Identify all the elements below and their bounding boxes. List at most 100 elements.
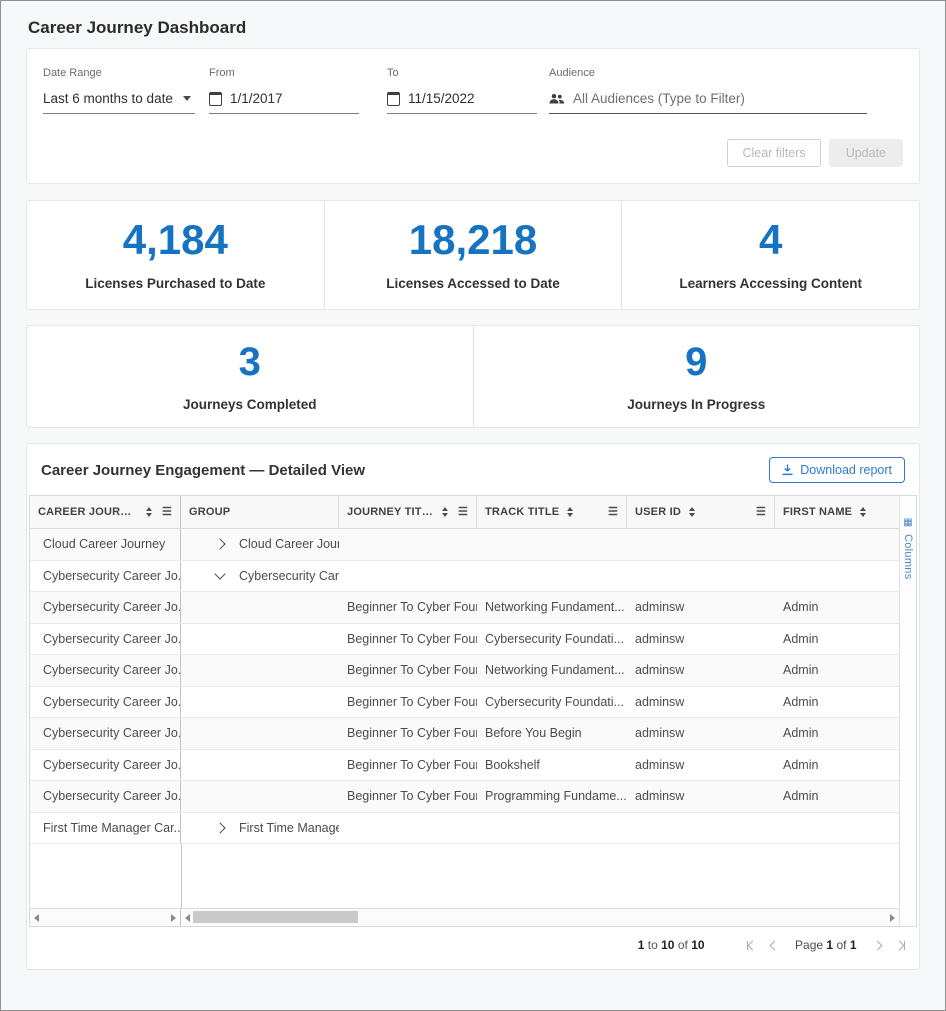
table-row[interactable]: Cloud Career Journey Cloud Career Journ.… — [30, 529, 899, 561]
next-page-button[interactable] — [874, 938, 881, 952]
cell-group: Cloud Career Journ... — [181, 529, 339, 560]
cell-group — [181, 718, 339, 749]
page-word: Page — [795, 938, 823, 952]
group-label: Cloud Career Journ... — [239, 537, 339, 551]
table-row[interactable]: Cybersecurity Career Jo... Beginner To C… — [30, 781, 899, 813]
sort-icon[interactable] — [860, 507, 866, 517]
table-row[interactable]: Cybersecurity Career Jo... Beginner To C… — [30, 718, 899, 750]
table-row[interactable]: Cybersecurity Career Jo... Beginner To C… — [30, 655, 899, 687]
cell-track-title: Networking Fundament... — [477, 655, 627, 686]
table-row[interactable]: Cybersecurity Career Jo... Cybersecurity… — [30, 561, 899, 593]
last-page-button[interactable] — [896, 941, 906, 950]
chevron-down-icon[interactable] — [214, 569, 225, 580]
first-page-button[interactable] — [747, 941, 757, 950]
column-header-journey-title[interactable]: JOURNEY TITLE ☰ — [339, 496, 477, 528]
pinned-column-filler — [30, 844, 182, 908]
cell-track-title — [477, 561, 627, 592]
to-label: To — [387, 67, 537, 79]
chevron-right-icon[interactable] — [214, 539, 225, 550]
table-row[interactable]: Cybersecurity Career Jo... Beginner To C… — [30, 750, 899, 782]
to-date-field: To 11/15/2022 — [387, 67, 537, 114]
scroll-left-icon[interactable] — [34, 914, 39, 922]
column-header-track-title[interactable]: TRACK TITLE ☰ — [477, 496, 627, 528]
table-row[interactable]: Cybersecurity Career Jo... Beginner To C… — [30, 592, 899, 624]
cell-track-title — [477, 813, 627, 844]
cell-first-name: Admin — [775, 687, 899, 718]
cell-user-id: adminsw — [627, 750, 775, 781]
cell-user-id: adminsw — [627, 624, 775, 655]
cell-group — [181, 750, 339, 781]
sort-icon[interactable] — [567, 507, 573, 517]
cell-first-name: Admin — [775, 718, 899, 749]
stat-learners-accessing: 4 Learners Accessing Content — [621, 201, 919, 309]
group-label: Cybersecurity Care... — [239, 569, 339, 583]
cell-first-name — [775, 813, 899, 844]
from-date-input[interactable]: 1/1/2017 — [209, 91, 359, 114]
cell-journey-title: Beginner To Cyber Foun... — [339, 718, 477, 749]
cell-track-title: Cybersecurity Foundati... — [477, 624, 627, 655]
stat-journeys-completed: 3 Journeys Completed — [27, 326, 473, 427]
cell-first-name: Admin — [775, 592, 899, 623]
cell-journey-title: Beginner To Cyber Foun... — [339, 624, 477, 655]
sort-icon[interactable] — [146, 507, 152, 517]
table-row[interactable]: Cybersecurity Career Jo... Beginner To C… — [30, 624, 899, 656]
cell-track-title: Before You Begin — [477, 718, 627, 749]
chevron-right-icon[interactable] — [214, 822, 225, 833]
stat-value: 4,184 — [123, 219, 228, 261]
table-row[interactable]: Cybersecurity Career Jo... Beginner To C… — [30, 687, 899, 719]
menu-icon[interactable]: ☰ — [458, 507, 468, 518]
cell-track-title: Cybersecurity Foundati... — [477, 687, 627, 718]
cell-first-name: Admin — [775, 655, 899, 686]
cell-first-name: Admin — [775, 624, 899, 655]
column-header-first-name[interactable]: FIRST NAME — [775, 496, 899, 528]
from-label: From — [209, 67, 359, 79]
column-header-user-id[interactable]: USER ID ☰ — [627, 496, 775, 528]
columns-grid-icon: ▦ — [903, 518, 912, 528]
range-to-word: to — [648, 938, 658, 952]
main-horizontal-scrollbar[interactable] — [181, 909, 899, 926]
stat-value: 9 — [685, 342, 707, 382]
update-button[interactable]: Update — [829, 139, 903, 167]
date-range-field: Date Range Last 6 months to date — [43, 67, 195, 114]
calendar-icon[interactable] — [387, 92, 400, 106]
prev-page-button[interactable] — [771, 938, 778, 952]
cell-career-journey: Cybersecurity Career Jo... — [30, 718, 181, 749]
total-pages: 1 — [850, 938, 857, 952]
cell-journey-title — [339, 813, 477, 844]
menu-icon[interactable]: ☰ — [756, 507, 766, 518]
dashboard-page: Career Journey Dashboard Date Range Last… — [1, 18, 945, 970]
cell-career-journey: Cybersecurity Career Jo... — [30, 624, 181, 655]
column-header-career-journey-title[interactable]: CAREER JOURNEY T... ☰ — [30, 496, 181, 528]
to-date-input[interactable]: 11/15/2022 — [387, 91, 537, 114]
download-report-button[interactable]: Download report — [769, 457, 905, 483]
cell-user-id: adminsw — [627, 781, 775, 812]
sort-icon[interactable] — [689, 507, 695, 517]
stat-value: 4 — [759, 219, 782, 261]
scrollbar-thumb[interactable] — [193, 911, 358, 923]
scroll-left-icon[interactable] — [185, 914, 190, 922]
sort-icon[interactable] — [442, 507, 448, 517]
menu-icon[interactable]: ☰ — [608, 507, 618, 518]
date-range-select[interactable]: Last 6 months to date — [43, 91, 195, 114]
cell-user-id: adminsw — [627, 718, 775, 749]
scroll-right-icon[interactable] — [890, 914, 895, 922]
cell-user-id: adminsw — [627, 592, 775, 623]
columns-tool-panel-tab[interactable]: ▦ Columns — [902, 518, 914, 580]
cell-career-journey: Cloud Career Journey — [30, 529, 181, 560]
table-row[interactable]: First Time Manager Car... First Time Man… — [30, 813, 899, 845]
cell-user-id: adminsw — [627, 687, 775, 718]
cell-user-id — [627, 813, 775, 844]
menu-icon[interactable]: ☰ — [162, 507, 172, 518]
calendar-icon[interactable] — [209, 92, 222, 106]
stat-value: 18,218 — [409, 219, 537, 261]
cell-group: Cybersecurity Care... — [181, 561, 339, 592]
page-title: Career Journey Dashboard — [28, 18, 920, 38]
audience-input[interactable] — [573, 91, 867, 106]
clear-filters-button[interactable]: Clear filters — [727, 139, 820, 167]
scroll-right-icon[interactable] — [171, 914, 176, 922]
column-header-group[interactable]: GROUP — [181, 496, 339, 528]
pinned-horizontal-scrollbar[interactable] — [30, 909, 181, 926]
stat-label: Journeys In Progress — [627, 397, 765, 412]
grid-body: Cloud Career Journey Cloud Career Journ.… — [30, 529, 899, 908]
cell-career-journey: Cybersecurity Career Jo... — [30, 655, 181, 686]
